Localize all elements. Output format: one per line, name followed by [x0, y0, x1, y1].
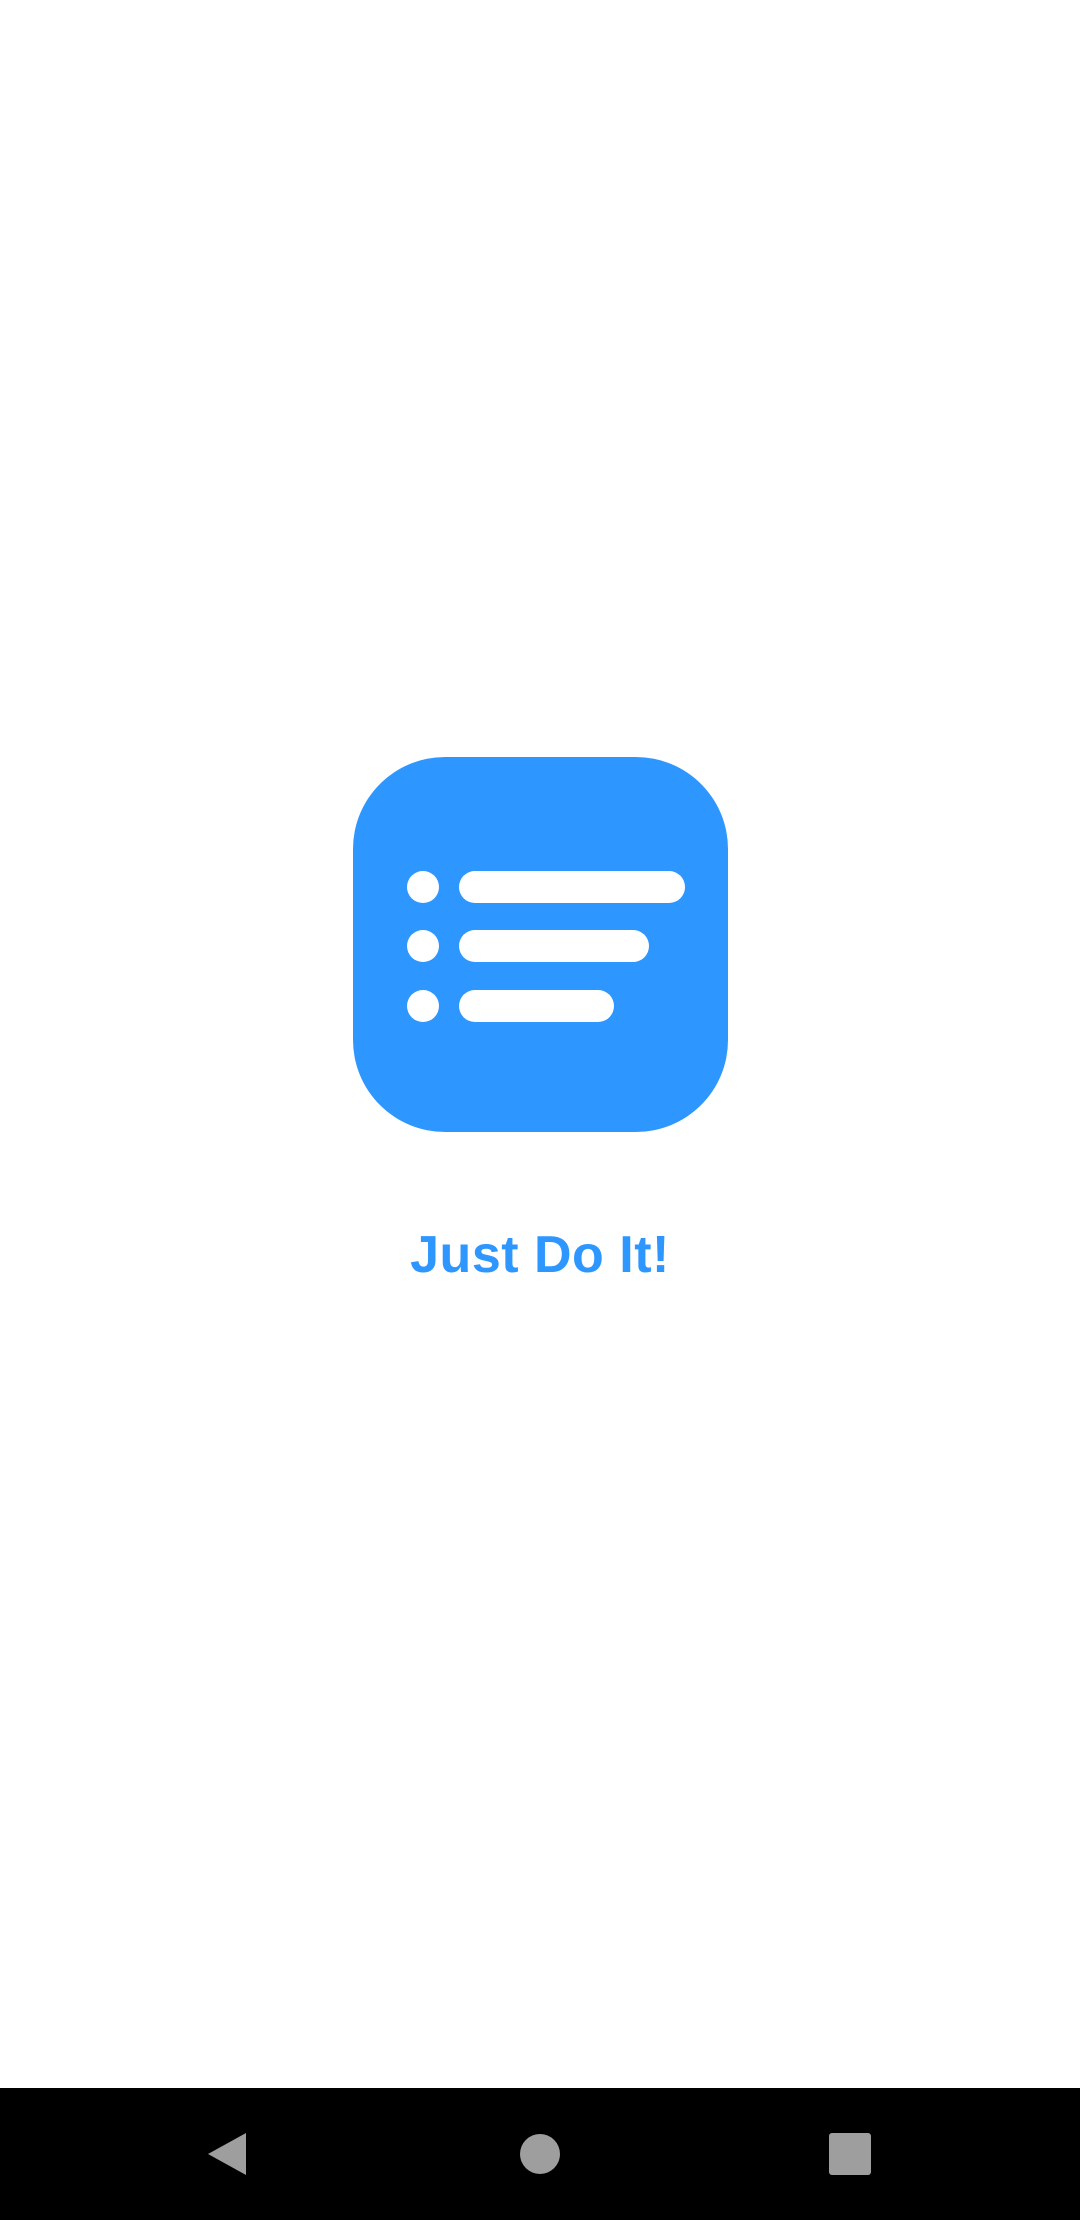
home-button[interactable] [474, 2088, 606, 2220]
line-1 [459, 871, 685, 903]
bullet-2 [407, 930, 439, 962]
app-logo [353, 757, 728, 1132]
app-title: Just Do It! [410, 1226, 670, 1284]
bullet-3 [407, 990, 439, 1022]
home-circle-icon [520, 2134, 560, 2174]
task-list-icon [353, 757, 728, 1132]
back-button[interactable] [161, 2088, 293, 2220]
splash-screen: Just Do It! [0, 0, 1080, 2220]
bullet-1 [407, 871, 439, 903]
line-2 [459, 930, 649, 962]
back-triangle-icon [208, 2133, 246, 2175]
recents-square-icon [829, 2133, 871, 2175]
line-3 [459, 990, 614, 1022]
recents-button[interactable] [784, 2088, 916, 2220]
splash-content: Just Do It! [0, 0, 1080, 2088]
navigation-bar [0, 2088, 1080, 2220]
